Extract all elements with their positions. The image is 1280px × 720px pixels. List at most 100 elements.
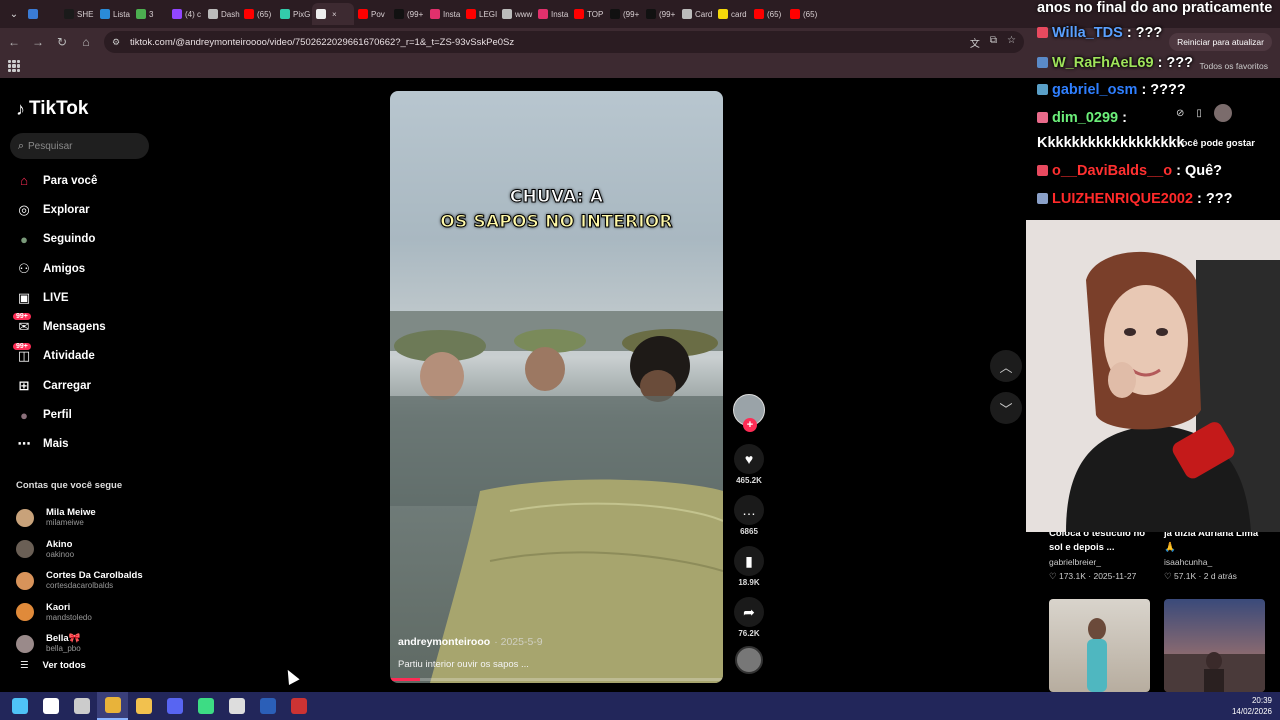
browser-tab[interactable]: TOP [570, 3, 606, 25]
browser-tab[interactable]: (65) [786, 3, 822, 25]
nav-item-amigos[interactable]: ⚇ Amigos [16, 254, 106, 283]
suggestion-card[interactable]: Coloca o testículo no sol e depois ... g… [1049, 527, 1155, 582]
browser-tab[interactable]: Lista [96, 3, 132, 25]
nav-item-mensagens[interactable]: ✉ 99+ Mensagens [13, 312, 106, 341]
share-icon[interactable]: ➦ [734, 597, 764, 627]
account-handle: oakinoo [46, 549, 75, 559]
followed-account[interactable]: Kaori mandstoledo [16, 597, 143, 629]
search-box[interactable]: ⌕ [10, 133, 149, 159]
suggestion-card[interactable]: já dizia Adriana Lima 🙏 isaahcunha_ ♡ 57… [1164, 527, 1270, 582]
nav-item-carregar[interactable]: ⊞ Carregar [16, 371, 106, 400]
suggestion-thumbnail[interactable] [1049, 599, 1150, 692]
suggestion-user[interactable]: gabrielbreier_ [1049, 557, 1155, 567]
browser-tab[interactable]: (99+ [606, 3, 642, 25]
video-author[interactable]: andreymonteirooo · 2025-5-9 [398, 636, 543, 648]
browser-tab[interactable]: SHE [60, 3, 96, 25]
creator-avatar[interactable]: + [733, 394, 765, 432]
previous-video-chevron-up-icon[interactable]: ︿ [990, 350, 1022, 382]
browser-tab[interactable]: (99+ [642, 3, 678, 25]
chrome-icon[interactable] [97, 692, 128, 720]
music-disc-icon[interactable] [735, 646, 763, 674]
nav-label: Perfil [43, 409, 72, 422]
tiktok-logo[interactable]: ♪ TikTok [16, 98, 88, 120]
follow-plus-icon[interactable]: + [743, 418, 757, 432]
browser-tab[interactable]: card [714, 3, 750, 25]
word-icon[interactable] [252, 692, 283, 720]
video-progress-bar[interactable] [390, 678, 723, 681]
browser-tab[interactable]: × [312, 3, 354, 25]
chat-message: gabriel_osm : ???? [1037, 82, 1186, 98]
browser-tab[interactable]: (65) [240, 3, 276, 25]
discord-icon[interactable] [159, 692, 190, 720]
chat-username: dim_0299 [1052, 110, 1119, 126]
browser-tab[interactable]: Insta [534, 3, 570, 25]
bookmark-icon[interactable]: ▮ [734, 546, 764, 576]
see-all-link[interactable]: ☰ Ver todos [20, 660, 86, 671]
address-bar[interactable]: ⚙ tiktok.com/@andreymonteiroooo/video/75… [104, 31, 1024, 53]
site-info-icon[interactable]: ⚙ [112, 37, 122, 47]
xbox-icon[interactable] [190, 692, 221, 720]
chat-message: dim_0299 : [1037, 110, 1127, 126]
tab-label: PixG [293, 9, 311, 19]
next-video-chevron-down-icon[interactable]: ﹀ [990, 392, 1022, 424]
share-action[interactable]: ➦ 76.2K [733, 597, 765, 638]
suggestion-user[interactable]: isaahcunha_ [1164, 557, 1270, 567]
video-description[interactable]: Partiu interior ouvir os sapos ... [398, 659, 529, 670]
security-icon[interactable] [221, 692, 252, 720]
nav-item-live[interactable]: ▣ LIVE [16, 283, 106, 312]
browser-tab[interactable]: (4) c [168, 3, 204, 25]
browser-tab[interactable]: (99+ [390, 3, 426, 25]
comment-action[interactable]: … 6865 [733, 495, 765, 536]
task-view-icon[interactable] [66, 692, 97, 720]
followed-account[interactable]: Cortes Da Carolbalds cortesdacarolbalds [16, 565, 143, 597]
nav-item-atividade[interactable]: ◫ 99+ Atividade [13, 342, 106, 371]
install-app-icon[interactable]: ⧉ [990, 35, 997, 50]
reload-icon[interactable]: ↻ [50, 30, 74, 54]
search-input[interactable] [28, 140, 138, 152]
forward-arrow-icon[interactable]: → [26, 30, 50, 54]
suggestion-thumbnail[interactable] [1164, 599, 1265, 692]
chat-text: : Quê? [1176, 163, 1223, 179]
tab-search-chevron-icon[interactable]: ⌄ [4, 4, 24, 24]
chat-username: gabriel_osm [1052, 82, 1138, 98]
browser-tab[interactable]: www [498, 3, 534, 25]
save-action[interactable]: ▮ 18.9K [733, 546, 765, 587]
tab-favicon-icon [64, 9, 74, 19]
nav-label: Atividade [43, 350, 95, 363]
comment-icon[interactable]: … [734, 495, 764, 525]
nav-item-seguindo[interactable]: ● Seguindo [16, 225, 106, 254]
obs-icon[interactable] [283, 692, 314, 720]
nav-item-perfil[interactable]: ● Perfil [16, 400, 106, 429]
followed-account[interactable]: Mila Meiwe milameiwe [16, 502, 143, 534]
browser-tab[interactable]: (65) [750, 3, 786, 25]
author-name[interactable]: andreymonteirooo [398, 636, 490, 648]
browser-tab[interactable]: Pov [354, 3, 390, 25]
nav-item-explorar[interactable]: ◎ Explorar [16, 195, 106, 224]
bookmark-star-icon[interactable]: ☆ [1007, 35, 1016, 50]
browser-tab[interactable]: 3 [132, 3, 168, 25]
browser-tab[interactable]: Insta [426, 3, 462, 25]
nav-item-para-voc-[interactable]: ⌂ Para você [16, 166, 106, 195]
video-player[interactable]: CHUVA: A OS SAPOS NO INTERIOR andreymont… [390, 91, 723, 683]
tab-label: (99+ [407, 9, 424, 19]
tab-close-icon[interactable]: × [332, 10, 337, 19]
search-icon[interactable] [35, 692, 66, 720]
browser-tab[interactable]: Card [678, 3, 714, 25]
followed-account[interactable]: Bella🎀 bella_pbo [16, 628, 143, 660]
browser-tab[interactable]: Dash [204, 3, 240, 25]
apps-grid-icon[interactable] [8, 60, 20, 72]
home-icon[interactable]: ⌂ [74, 30, 98, 54]
translate-icon[interactable]: 文 [970, 35, 980, 50]
followed-account[interactable]: Akino oakinoo [16, 534, 143, 566]
heart-icon[interactable]: ♥ [734, 444, 764, 474]
browser-tab[interactable]: LEGI [462, 3, 498, 25]
system-clock[interactable]: 20:39 14/02/2026 [1232, 695, 1272, 717]
account-name: Akino [46, 538, 73, 550]
like-action[interactable]: ♥ 465.2K [733, 444, 765, 485]
back-arrow-icon[interactable]: ← [2, 30, 26, 54]
file-explorer-icon[interactable] [128, 692, 159, 720]
nav-item-mais[interactable]: ⋯ Mais [16, 430, 106, 459]
browser-tab[interactable]: PixG [276, 3, 312, 25]
browser-tab[interactable] [24, 3, 60, 25]
windows-start-icon[interactable] [4, 692, 35, 720]
